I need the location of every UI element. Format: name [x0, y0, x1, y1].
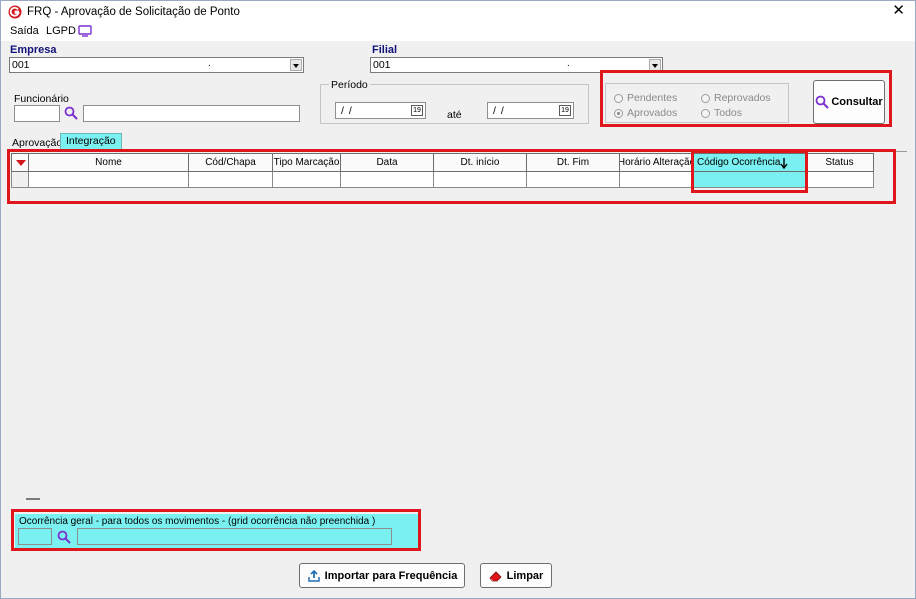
window-title: FRQ - Aprovação de Solicitação de Ponto: [27, 6, 240, 18]
filial-dot: .: [567, 58, 570, 69]
ocorrencia-geral-label: Ocorrência geral - para todos os movimen…: [19, 516, 376, 527]
radio-pendentes-circle: [614, 93, 623, 103]
radio-todos[interactable]: Todos: [701, 107, 742, 119]
filial-value: 001: [373, 59, 391, 71]
radio-aprovados-label: Aprovados: [627, 107, 678, 119]
cell-horario-alteracao[interactable]: [620, 172, 694, 188]
empresa-label: Empresa: [10, 44, 57, 56]
menu-bar: Saída LGPD: [1, 23, 915, 41]
col-horario-alteracao[interactable]: Horário Alteração: [620, 153, 694, 172]
col-tipo-marcacao[interactable]: Tipo Marcação: [273, 153, 341, 172]
radio-reprovados-label: Reprovados: [714, 92, 771, 104]
periodo-label: Período: [329, 79, 370, 91]
empresa-value: 001: [12, 59, 30, 71]
menu-item-lgpd[interactable]: LGPD: [46, 25, 76, 37]
grid-select-all[interactable]: [11, 153, 29, 172]
ocorrencia-code-input[interactable]: [18, 528, 52, 545]
calendar-icon[interactable]: 19: [559, 105, 571, 116]
cell-codigo-ocorrencia[interactable]: [694, 172, 806, 188]
periodo-start-input[interactable]: / / 19: [335, 102, 426, 119]
empresa-select[interactable]: 001 .: [9, 57, 304, 73]
search-icon[interactable]: [64, 106, 78, 120]
tab-integracao[interactable]: Integração: [60, 133, 122, 150]
title-bar: FRQ - Aprovação de Solicitação de Ponto …: [1, 1, 915, 23]
chevron-down-icon[interactable]: [649, 59, 661, 71]
row-selector[interactable]: [11, 172, 29, 188]
consultar-label: Consultar: [831, 96, 883, 108]
radio-reprovados[interactable]: Reprovados: [701, 92, 771, 104]
search-icon[interactable]: [57, 530, 71, 544]
table-row[interactable]: [11, 172, 874, 188]
funcionario-label: Funcionário: [14, 93, 69, 105]
col-dt-fim[interactable]: Dt. Fim: [527, 153, 620, 172]
col-nome[interactable]: Nome: [29, 153, 189, 172]
funcionario-name-input[interactable]: [83, 105, 300, 122]
cell-nome[interactable]: [29, 172, 189, 188]
periodo-end-input[interactable]: / / 19: [487, 102, 574, 119]
search-icon: [815, 95, 830, 109]
monitor-icon[interactable]: [78, 25, 92, 37]
splitter-handle[interactable]: [26, 498, 40, 500]
radio-todos-circle: [701, 108, 710, 118]
importar-frequencia-label: Importar para Frequência: [324, 569, 458, 582]
filial-select[interactable]: 001 .: [370, 57, 663, 73]
tab-aprovacao[interactable]: Aprovação: [12, 137, 62, 149]
cell-data[interactable]: [341, 172, 434, 188]
limpar-label: Limpar: [506, 569, 544, 582]
col-codigo-ocorrencia-label: Código Ocorrência: [697, 157, 781, 168]
radio-pendentes[interactable]: Pendentes: [614, 92, 677, 104]
close-icon[interactable]: ✕: [892, 3, 905, 19]
col-status[interactable]: Status: [806, 153, 874, 172]
funcionario-code-input[interactable]: [14, 105, 60, 122]
app-logo-icon: [8, 5, 22, 19]
cell-dt-inicio[interactable]: [434, 172, 527, 188]
ocorrencia-description-input[interactable]: [77, 528, 392, 545]
eraser-icon: [489, 570, 502, 581]
col-data[interactable]: Data: [341, 153, 434, 172]
limpar-button[interactable]: Limpar: [480, 563, 552, 588]
menu-item-saida[interactable]: Saída: [10, 25, 39, 37]
periodo-start-value: / /: [341, 105, 353, 117]
chevron-down-icon[interactable]: [290, 59, 302, 71]
consultar-button[interactable]: Consultar: [813, 80, 885, 124]
col-dt-inicio[interactable]: Dt. início: [434, 153, 527, 172]
cell-cod-chapa[interactable]: [189, 172, 273, 188]
importar-frequencia-button[interactable]: Importar para Frequência: [299, 563, 465, 588]
col-cod-chapa[interactable]: Cód/Chapa: [189, 153, 273, 172]
cell-status[interactable]: [806, 172, 874, 188]
main-window: FRQ - Aprovação de Solicitação de Ponto …: [0, 0, 916, 599]
radio-todos-label: Todos: [714, 107, 743, 119]
sort-descending-icon[interactable]: [779, 157, 789, 169]
data-grid: Nome Cód/Chapa Tipo Marcação Data Dt. in…: [11, 153, 875, 189]
grid-area: [11, 151, 907, 503]
periodo-end-value: / /: [493, 105, 505, 117]
col-codigo-ocorrencia[interactable]: Código Ocorrência: [694, 153, 806, 172]
radio-reprovados-circle: [701, 93, 710, 103]
upload-icon: [307, 569, 320, 582]
empresa-dot: .: [208, 58, 211, 69]
cell-dt-fim[interactable]: [527, 172, 620, 188]
calendar-icon[interactable]: 19: [411, 105, 423, 116]
radio-pendentes-label: Pendentes: [627, 92, 678, 104]
radio-aprovados-circle: [614, 108, 623, 118]
radio-aprovados[interactable]: Aprovados: [614, 107, 677, 119]
periodo-separator: até: [447, 109, 462, 121]
grid-header-row: Nome Cód/Chapa Tipo Marcação Data Dt. in…: [11, 153, 874, 172]
cell-tipo-marcacao[interactable]: [273, 172, 341, 188]
triangle-down-icon: [16, 160, 26, 166]
filial-label: Filial: [372, 44, 398, 56]
